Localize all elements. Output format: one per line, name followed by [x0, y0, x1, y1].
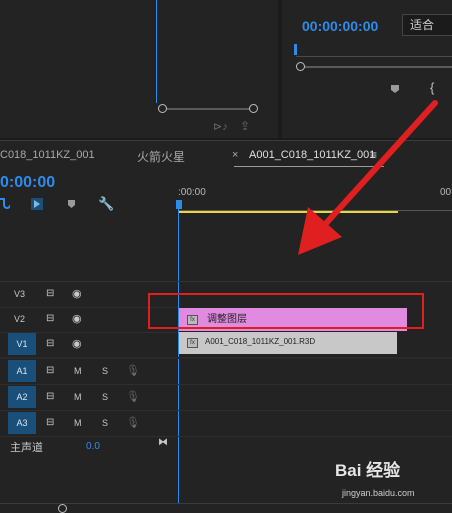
eye-icon[interactable]: ◉ — [72, 337, 82, 350]
playhead-handle[interactable] — [176, 200, 182, 209]
solo-button[interactable]: S — [102, 366, 108, 376]
sync-lock-icon[interactable]: ⊟ — [46, 391, 54, 402]
annotation-arrow — [298, 100, 438, 255]
track-label-a1[interactable]: A1 — [8, 360, 36, 382]
ruler-end-label: 00 — [440, 187, 452, 198]
fx-badge: fx — [187, 338, 198, 348]
watermark-logo: Bai 经验 — [335, 461, 401, 480]
track-a3: A3 ⊟ M S 🎙 — [0, 411, 452, 437]
sync-lock-icon[interactable]: ⊟ — [46, 288, 54, 299]
source-zoom-handle-right[interactable] — [249, 104, 258, 113]
mute-button[interactable]: M — [74, 392, 82, 402]
solo-button[interactable]: S — [102, 418, 108, 428]
video-clip[interactable]: fx A001_C018_1011KZ_001.R3D — [179, 332, 397, 354]
source-playhead-line — [156, 0, 157, 103]
source-zoom-scrollbar[interactable] — [163, 108, 255, 110]
microphone-icon[interactable]: 🎙 — [126, 390, 140, 403]
track-label-a3[interactable]: A3 — [8, 412, 36, 434]
track-label-a2[interactable]: A2 — [8, 386, 36, 408]
program-timecode[interactable]: 00:00:00:00 — [302, 18, 378, 34]
source-monitor: ⊳♪ ⇪ — [0, 0, 278, 138]
master-track-label: 主声道 — [10, 442, 43, 454]
microphone-icon[interactable]: 🎙 — [126, 364, 140, 377]
fit-zoom-select[interactable]: 适合 — [402, 14, 452, 36]
tab-close-icon[interactable]: × — [232, 149, 238, 161]
highlight-box — [148, 293, 424, 329]
wrench-icon[interactable]: 🔧 — [98, 196, 114, 212]
track-label-v3[interactable]: V3 — [14, 289, 25, 299]
sync-lock-icon[interactable]: ⊟ — [46, 365, 54, 376]
track-divider-top — [0, 281, 452, 282]
mark-in-icon[interactable]: { — [430, 80, 434, 95]
track-a1: A1 ⊟ M S 🎙 — [0, 359, 452, 385]
snap-icon[interactable] — [0, 197, 10, 209]
eye-icon[interactable]: ◉ — [72, 287, 82, 300]
tab-sequence-1[interactable]: C018_1011KZ_001 — [0, 149, 95, 161]
eye-icon[interactable]: ◉ — [72, 312, 82, 325]
add-marker-icon[interactable] — [390, 84, 400, 94]
tab-sequence-2[interactable]: 火箭火星 — [137, 148, 185, 165]
linked-selection-icon[interactable] — [30, 197, 44, 211]
sync-lock-icon[interactable]: ⊟ — [46, 338, 54, 349]
track-label-v2[interactable]: V2 — [14, 314, 25, 324]
microphone-icon[interactable]: 🎙 — [126, 416, 140, 429]
program-ruler[interactable] — [296, 56, 452, 57]
mute-button[interactable]: M — [74, 366, 82, 376]
ruler-start-label: :00:00 — [178, 187, 206, 198]
track-label-v1[interactable]: V1 — [8, 333, 36, 355]
program-zoom-handle[interactable] — [296, 62, 305, 71]
go-to-end-icon[interactable]: ⧓ — [158, 437, 168, 448]
program-playhead[interactable] — [294, 44, 297, 55]
insert-icon[interactable]: ⊳♪ — [213, 120, 228, 133]
mute-button[interactable]: M — [74, 418, 82, 428]
clip-name: A001_C018_1011KZ_001.R3D — [205, 337, 316, 346]
export-frame-icon[interactable]: ⇪ — [240, 119, 250, 133]
sync-lock-icon[interactable]: ⊟ — [46, 417, 54, 428]
timeline-marker-icon[interactable] — [67, 199, 76, 209]
sync-lock-icon[interactable]: ⊟ — [46, 313, 54, 324]
solo-button[interactable]: S — [102, 392, 108, 402]
watermark-url: jingyan.baidu.com — [342, 488, 415, 498]
track-a2: A2 ⊟ M S 🎙 — [0, 385, 452, 411]
source-zoom-handle-left[interactable] — [158, 104, 167, 113]
master-volume-value[interactable]: 0.0 — [86, 441, 100, 452]
program-zoom-scrollbar[interactable] — [303, 66, 452, 68]
timeline-timecode[interactable]: 0:00:00 — [0, 174, 55, 192]
